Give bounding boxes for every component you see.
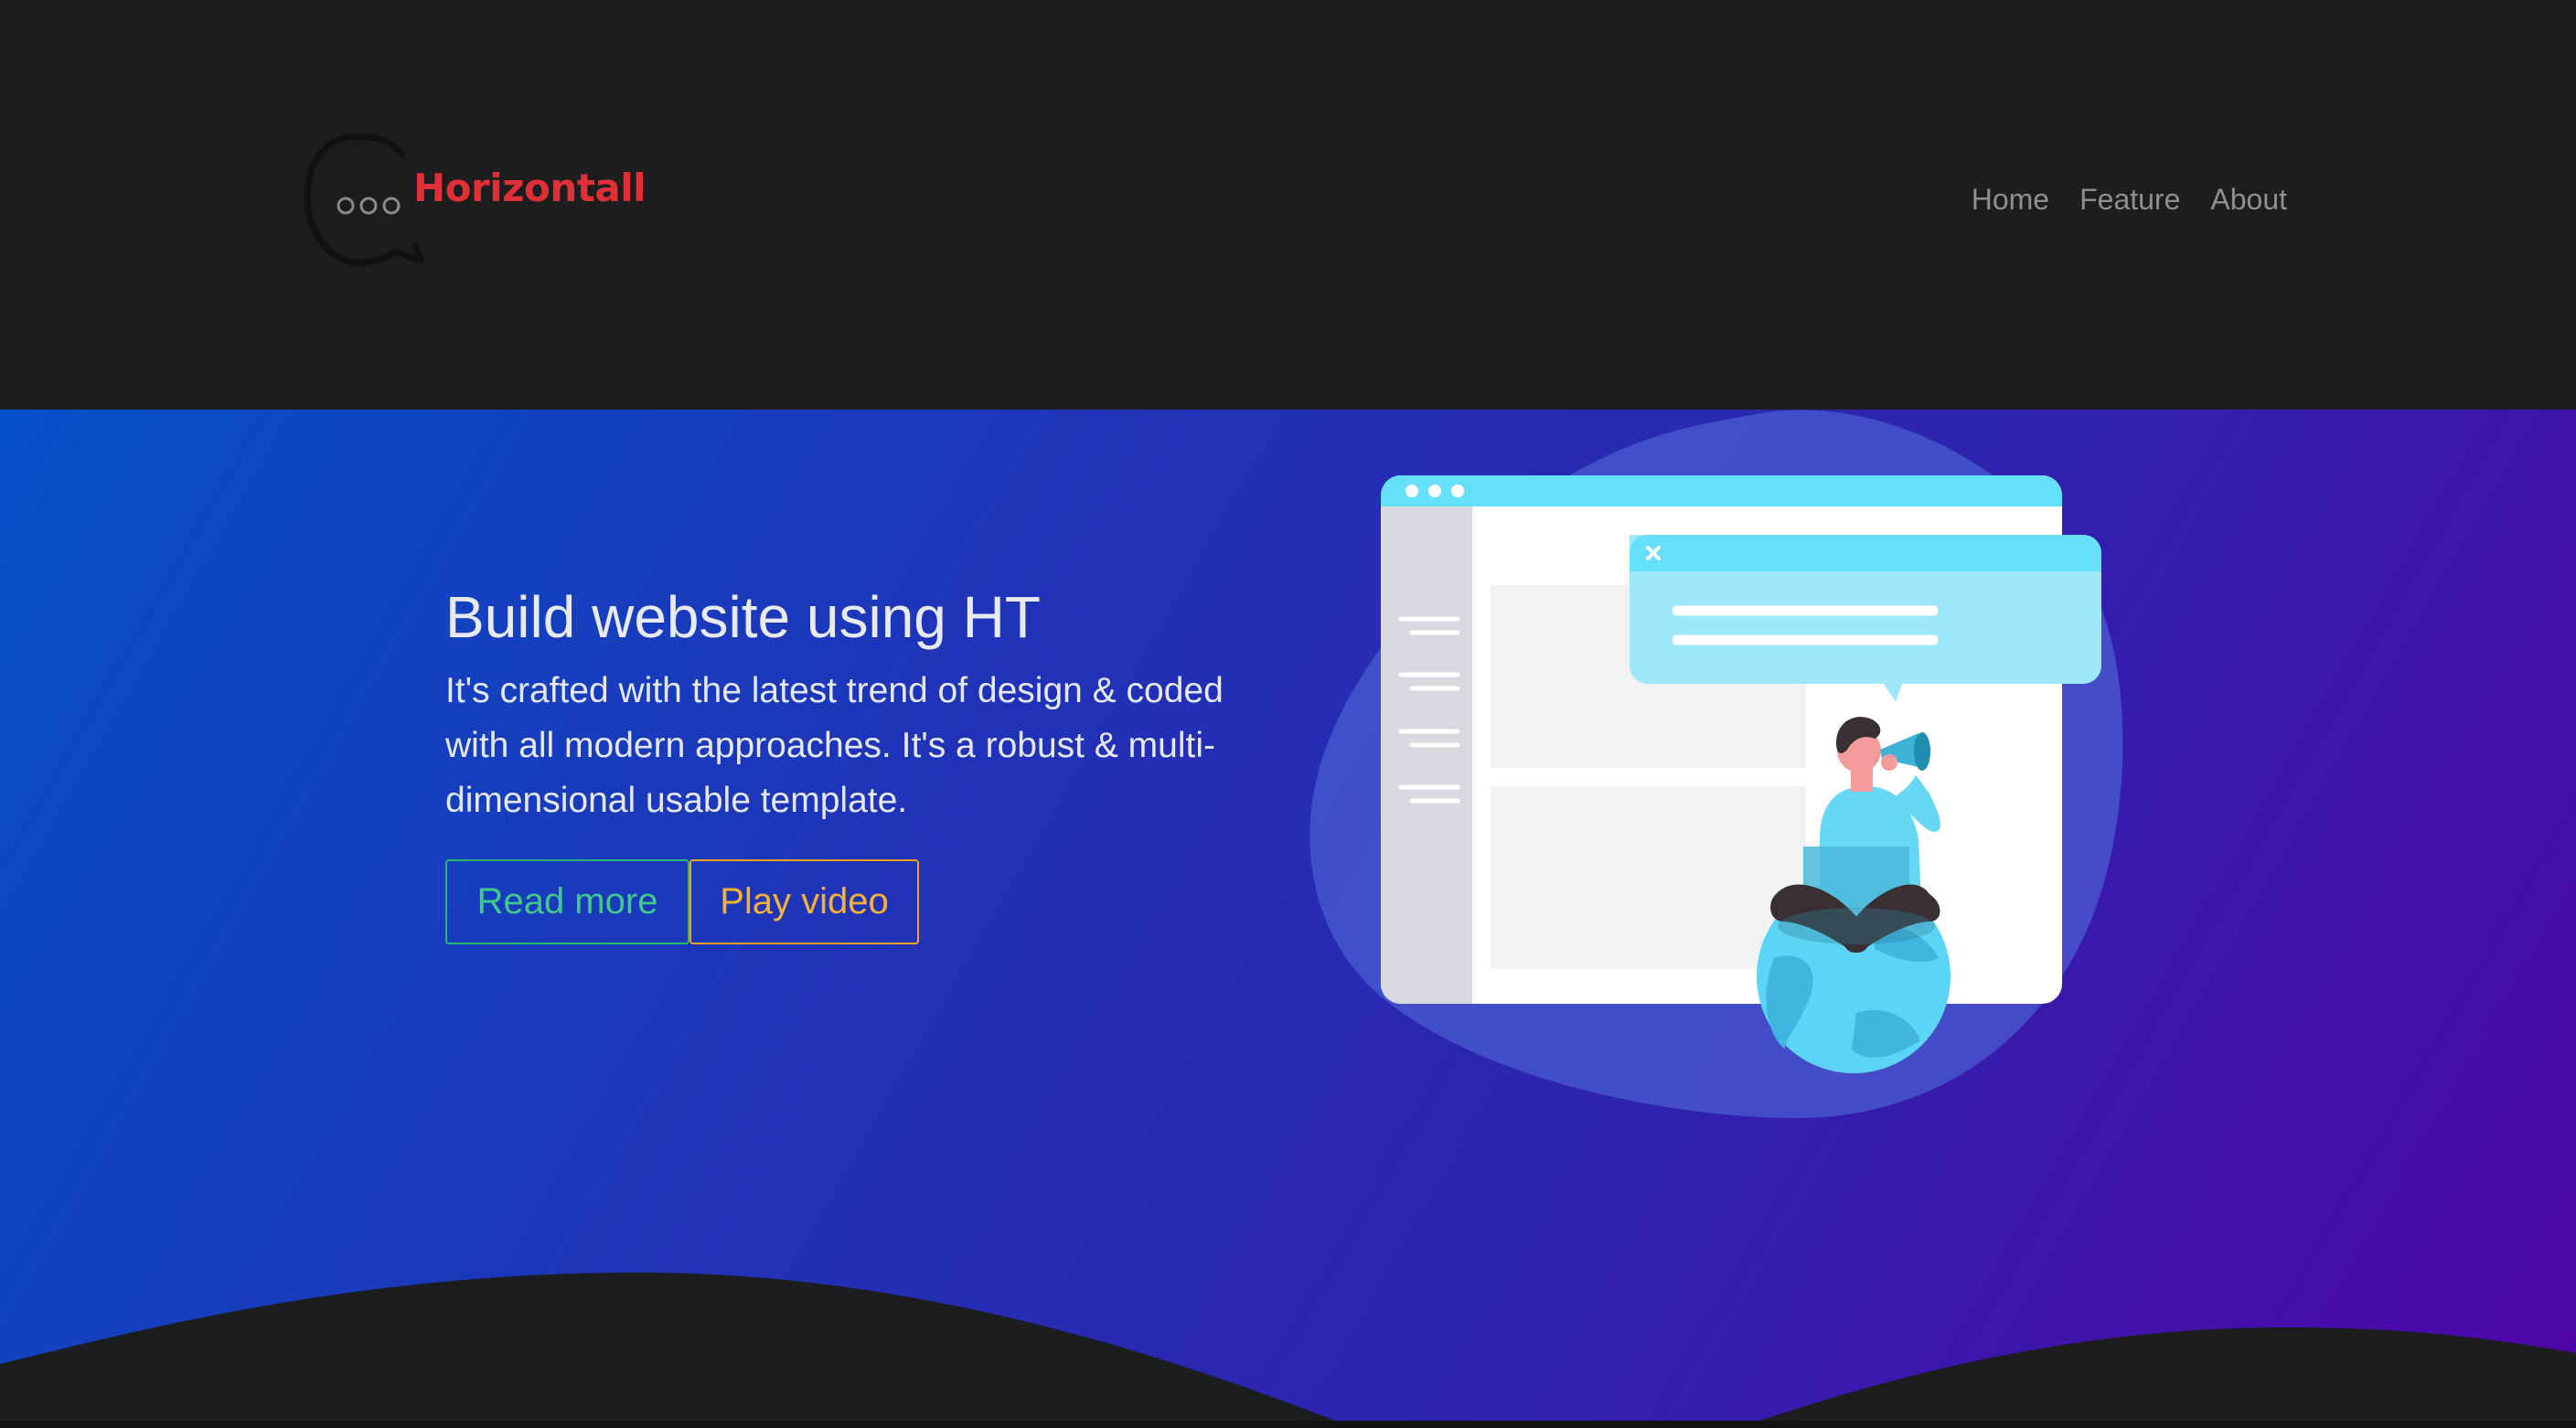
popup-card (1630, 535, 2101, 702)
main-nav: Home Feature About (1941, 183, 2287, 217)
hero-title: Build website using HT (445, 584, 1041, 650)
brand-logo[interactable]: Horizontall (302, 133, 649, 279)
site-header: Horizontall Home Feature About (0, 0, 2576, 410)
brand-name: Horizontall (413, 165, 647, 210)
play-video-button[interactable]: Play video (689, 859, 919, 944)
bottom-wave (0, 1273, 2576, 1428)
nav-link-home[interactable]: Home (1972, 183, 2049, 217)
bottom-border (0, 1421, 2576, 1428)
read-more-button[interactable]: Read more (445, 859, 689, 944)
hero-section: Build website using HT It's crafted with… (0, 410, 2576, 1428)
person-with-megaphone-on-globe-illustration (1309, 410, 2123, 1119)
hero-description: It's crafted with the latest trend of de… (445, 671, 1224, 820)
nav-link-feature[interactable]: Feature (2079, 183, 2180, 217)
nav-link-about[interactable]: About (2210, 183, 2287, 217)
